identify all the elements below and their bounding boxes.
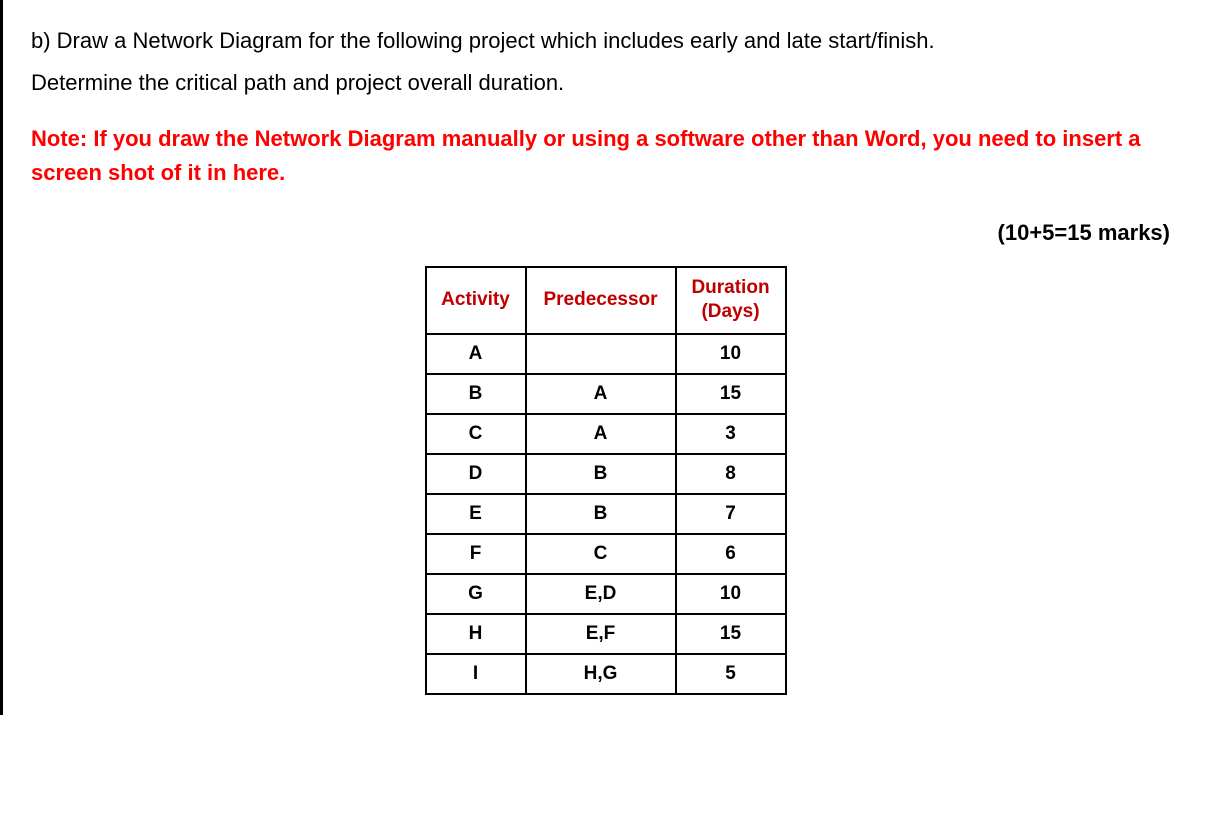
instruction-line-1: b) Draw a Network Diagram for the follow… bbox=[31, 20, 1180, 62]
table-row: C A 3 bbox=[426, 414, 786, 454]
table-row: B A 15 bbox=[426, 374, 786, 414]
marks-text: (10+5=15 marks) bbox=[31, 220, 1180, 246]
cell-duration: 3 bbox=[676, 414, 786, 454]
cell-activity: E bbox=[426, 494, 526, 534]
table-header-row: Activity Predecessor Duration (Days) bbox=[426, 267, 786, 334]
cell-duration: 7 bbox=[676, 494, 786, 534]
cell-activity: G bbox=[426, 574, 526, 614]
table-row: A 10 bbox=[426, 334, 786, 374]
cell-activity: B bbox=[426, 374, 526, 414]
cell-predecessor: E,F bbox=[526, 614, 676, 654]
table-row: I H,G 5 bbox=[426, 654, 786, 694]
table-row: D B 8 bbox=[426, 454, 786, 494]
cell-duration: 5 bbox=[676, 654, 786, 694]
header-duration-line1: Duration bbox=[691, 276, 771, 301]
cell-predecessor: A bbox=[526, 414, 676, 454]
cell-predecessor: C bbox=[526, 534, 676, 574]
cell-predecessor: B bbox=[526, 454, 676, 494]
header-duration: Duration (Days) bbox=[676, 267, 786, 334]
cell-activity: I bbox=[426, 654, 526, 694]
cell-duration: 8 bbox=[676, 454, 786, 494]
cell-duration: 6 bbox=[676, 534, 786, 574]
table-row: G E,D 10 bbox=[426, 574, 786, 614]
table-container: Activity Predecessor Duration (Days) A 1… bbox=[31, 266, 1180, 695]
table-row: F C 6 bbox=[426, 534, 786, 574]
table-row: E B 7 bbox=[426, 494, 786, 534]
cell-predecessor: H,G bbox=[526, 654, 676, 694]
cell-activity: C bbox=[426, 414, 526, 454]
cell-activity: F bbox=[426, 534, 526, 574]
table-body: A 10 B A 15 C A 3 D B 8 E B 7 bbox=[426, 334, 786, 694]
cell-predecessor: B bbox=[526, 494, 676, 534]
cell-duration: 10 bbox=[676, 334, 786, 374]
header-activity: Activity bbox=[426, 267, 526, 334]
cell-activity: A bbox=[426, 334, 526, 374]
instruction-line-2: Determine the critical path and project … bbox=[31, 62, 1180, 104]
header-duration-line2: (Days) bbox=[691, 300, 771, 325]
cell-duration: 15 bbox=[676, 374, 786, 414]
cell-activity: H bbox=[426, 614, 526, 654]
cell-predecessor bbox=[526, 334, 676, 374]
header-predecessor: Predecessor bbox=[526, 267, 676, 334]
cell-predecessor: A bbox=[526, 374, 676, 414]
note-text: Note: If you draw the Network Diagram ma… bbox=[31, 122, 1180, 190]
instruction-text: b) Draw a Network Diagram for the follow… bbox=[31, 20, 1180, 104]
cell-duration: 15 bbox=[676, 614, 786, 654]
cell-duration: 10 bbox=[676, 574, 786, 614]
table-row: H E,F 15 bbox=[426, 614, 786, 654]
cell-activity: D bbox=[426, 454, 526, 494]
activity-table: Activity Predecessor Duration (Days) A 1… bbox=[425, 266, 787, 695]
cell-predecessor: E,D bbox=[526, 574, 676, 614]
